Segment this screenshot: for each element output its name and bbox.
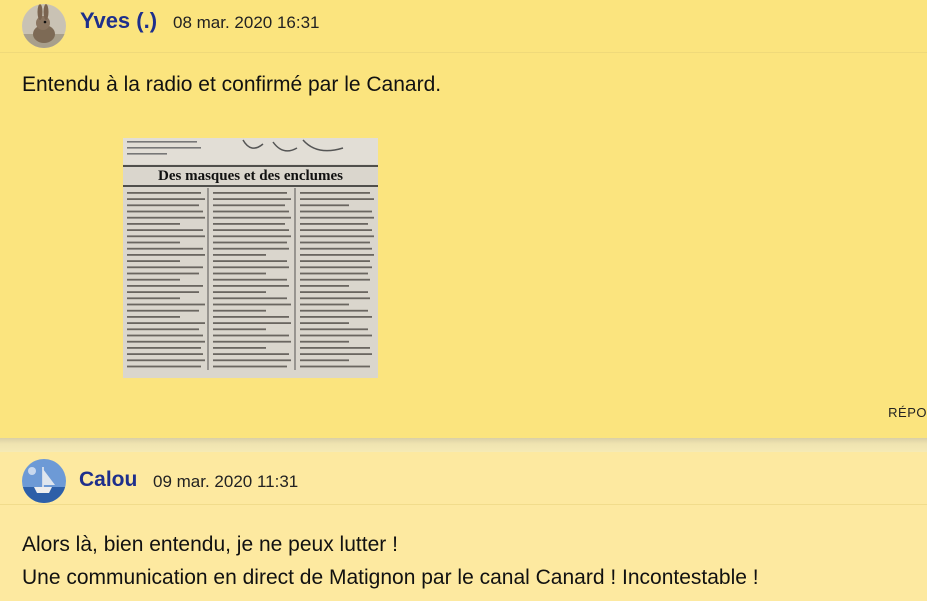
comment-yves: Yves (.) 08 mar. 2020 16:31 Entendu à la…	[0, 0, 927, 441]
clipping-headline: Des masques et des enclumes	[158, 168, 343, 184]
comment-text: Alors là, bien entendu, je ne peux lutte…	[22, 528, 759, 594]
comment-line: Une communication en direct de Matignon …	[22, 566, 759, 589]
newspaper-clipping-image[interactable]: Des masques et des enclumes	[123, 138, 378, 378]
author-name[interactable]: Yves (.)	[80, 8, 157, 34]
comment-date[interactable]: 08 mar. 2020 16:31	[173, 13, 320, 33]
avatar-boat[interactable]	[22, 459, 66, 503]
avatar-rabbit[interactable]	[22, 4, 66, 48]
comment-separator	[0, 438, 927, 452]
author-name[interactable]: Calou	[79, 468, 137, 492]
comment-header: Yves (.) 08 mar. 2020 16:31	[0, 0, 927, 53]
comment-header: Calou 09 mar. 2020 11:31	[0, 452, 927, 505]
comment-date[interactable]: 09 mar. 2020 11:31	[153, 472, 298, 492]
comment-line: Alors là, bien entendu, je ne peux lutte…	[22, 533, 398, 556]
comment-text: Entendu à la radio et confirmé par le Ca…	[22, 73, 442, 96]
reply-button[interactable]: RÉPO	[888, 405, 927, 420]
